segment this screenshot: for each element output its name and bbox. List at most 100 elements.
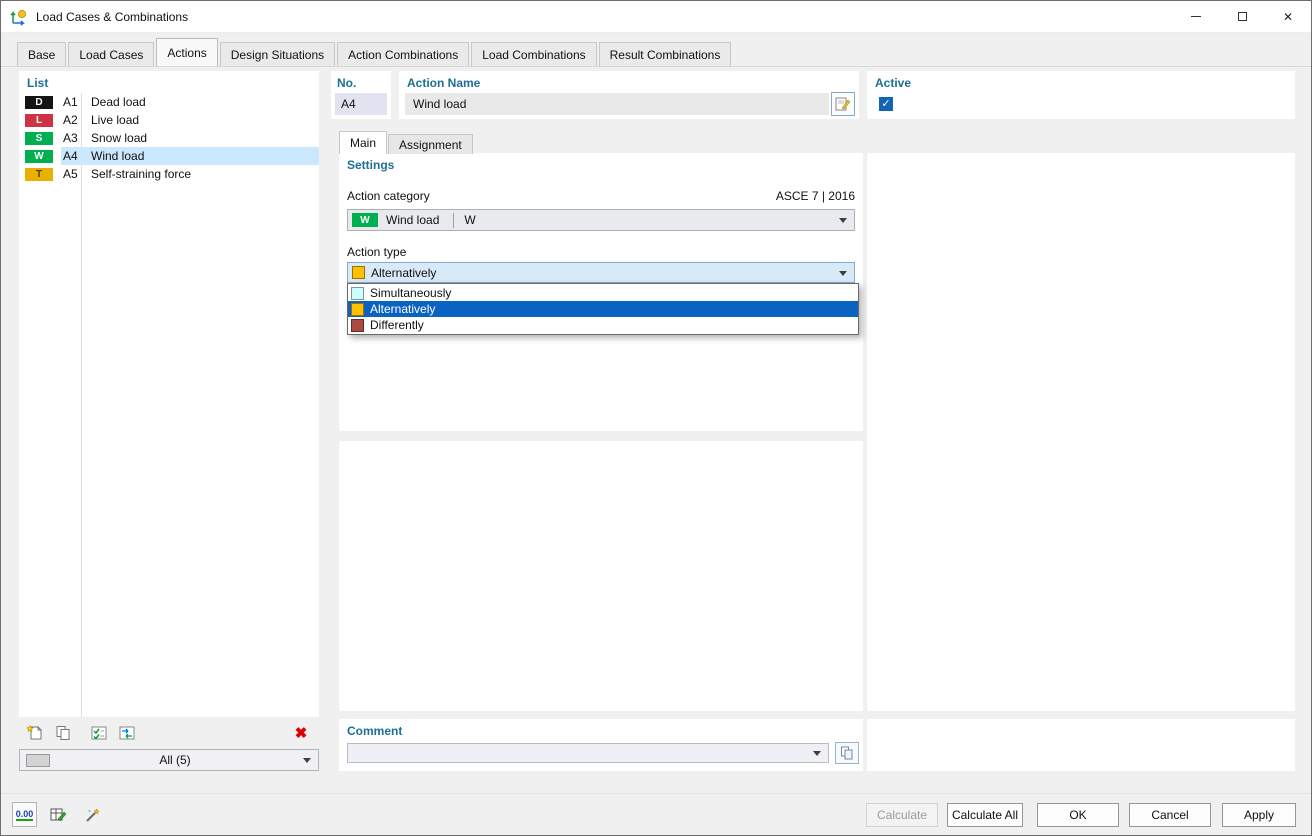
title-bar: Load Cases & Combinations ✕	[1, 1, 1311, 33]
active-panel: Active ✓	[867, 71, 1295, 119]
list-item-selected[interactable]: W A4 Wind load	[19, 147, 319, 165]
actions-list-panel: List D A1 Dead load L A2 Live load S A3 …	[19, 71, 319, 717]
maximize-button[interactable]	[1219, 1, 1265, 32]
calculate-button: Calculate	[866, 803, 938, 827]
action-id: A2	[63, 113, 78, 127]
detail-tab-bar: Main Assignment	[339, 131, 474, 154]
action-name: Live load	[91, 113, 140, 127]
tab-action-combinations[interactable]: Action Combinations	[337, 42, 470, 66]
chevron-down-icon	[303, 758, 311, 763]
list-filter-select[interactable]: All (5)	[19, 749, 319, 771]
table-settings-button[interactable]	[45, 802, 70, 827]
new-action-button[interactable]	[23, 722, 47, 744]
minimize-icon	[1191, 16, 1201, 17]
window-controls: ✕	[1173, 1, 1311, 32]
copy-icon	[56, 726, 70, 740]
arrows-list-icon	[119, 726, 135, 740]
tab-load-cases[interactable]: Load Cases	[68, 42, 155, 66]
units-icon: 0.00	[15, 808, 34, 821]
ok-button[interactable]: OK	[1037, 803, 1119, 827]
close-button[interactable]: ✕	[1265, 1, 1311, 32]
copy-comment-icon	[841, 746, 853, 760]
chevron-down-icon	[813, 751, 821, 756]
option-color-swatch	[351, 286, 364, 300]
maximize-icon	[1237, 12, 1247, 21]
actions-list: D A1 Dead load L A2 Live load S A3 Snow …	[19, 93, 319, 717]
list-item[interactable]: S A3 Snow load	[19, 129, 319, 147]
list-item[interactable]: T A5 Self-straining force	[19, 165, 319, 183]
table-pencil-icon	[50, 808, 66, 821]
number-panel: No. A4	[331, 71, 391, 119]
delete-icon: ✖	[294, 724, 308, 742]
wand-icon	[85, 808, 99, 822]
action-id: A5	[63, 167, 78, 181]
action-name: Self-straining force	[91, 167, 192, 181]
check-icon: ✓	[881, 98, 891, 110]
action-type-dropdown: Simultaneously Alternatively Differently	[347, 283, 859, 335]
new-sheet-icon	[26, 725, 43, 740]
filter-color-swatch	[26, 753, 50, 767]
list-item[interactable]: L A2 Live load	[19, 111, 319, 129]
renumber-button[interactable]	[115, 722, 139, 744]
main-tab-bar: Base Load Cases Actions Design Situation…	[1, 33, 1311, 67]
action-color-badge: L	[25, 113, 53, 127]
list-toolbar: ✖	[19, 721, 319, 745]
edit-action-name-button[interactable]	[831, 92, 855, 116]
window-title: Load Cases & Combinations	[36, 9, 189, 24]
action-id: A1	[63, 95, 78, 109]
dropdown-option-differently[interactable]: Differently	[348, 317, 858, 333]
comment-panel: Comment	[339, 719, 863, 771]
active-checkbox[interactable]: ✓	[879, 97, 893, 111]
type-value: Alternatively	[371, 265, 437, 280]
action-name: Dead load	[91, 95, 146, 109]
config-wand-button[interactable]	[80, 802, 105, 827]
action-name-field[interactable]: Wind load	[405, 93, 829, 115]
tab-load-combinations[interactable]: Load Combinations	[471, 42, 597, 66]
info-bottom-panel	[867, 719, 1295, 771]
action-name-label: Action Name	[407, 76, 481, 90]
tab-actions[interactable]: Actions	[156, 38, 218, 66]
tab-base[interactable]: Base	[17, 42, 67, 66]
settings-header: Settings	[347, 158, 395, 172]
copy-action-button[interactable]	[51, 722, 75, 744]
minimize-button[interactable]	[1173, 1, 1219, 32]
checklist-icon	[91, 726, 107, 740]
chevron-down-icon	[839, 270, 847, 276]
action-color-badge: D	[25, 95, 53, 109]
footer-separator	[1, 793, 1311, 794]
filter-value: All (5)	[159, 753, 191, 767]
comment-copy-button[interactable]	[835, 742, 859, 764]
calculate-all-button[interactable]: Calculate All	[947, 803, 1023, 827]
action-color-badge: S	[25, 131, 53, 145]
cancel-button[interactable]: Cancel	[1129, 803, 1211, 827]
settings-panel: Settings Action category ASCE 7 | 2016 W…	[339, 153, 863, 431]
units-settings-button[interactable]: 0.00	[12, 802, 37, 827]
list-column-separator	[81, 93, 82, 717]
app-icon	[10, 9, 26, 26]
action-type-select[interactable]: Alternatively	[347, 262, 855, 283]
action-color-badge: W	[25, 149, 53, 163]
action-number-field[interactable]: A4	[335, 93, 387, 115]
action-id: A3	[63, 131, 78, 145]
tab-design-situations[interactable]: Design Situations	[219, 42, 336, 66]
action-name: Snow load	[91, 131, 148, 145]
tab-main[interactable]: Main	[339, 131, 388, 154]
category-color-badge: W	[352, 213, 378, 227]
list-header: List	[27, 76, 49, 90]
edit-pencil-icon	[835, 97, 851, 111]
combo-separator	[453, 212, 455, 228]
chevron-down-icon	[839, 218, 847, 223]
delete-action-button[interactable]: ✖	[289, 722, 313, 744]
comment-select[interactable]	[347, 743, 829, 763]
apply-button[interactable]: Apply	[1222, 803, 1296, 827]
list-item[interactable]: D A1 Dead load	[19, 93, 319, 111]
action-category-select[interactable]: W Wind load W	[347, 209, 855, 231]
tab-result-combinations[interactable]: Result Combinations	[598, 42, 732, 66]
action-color-badge: T	[25, 167, 53, 181]
standard-label: ASCE 7 | 2016	[775, 189, 855, 203]
select-all-button[interactable]	[87, 722, 111, 744]
dropdown-option-alternatively[interactable]: Alternatively	[348, 301, 858, 317]
dropdown-option-simultaneously[interactable]: Simultaneously	[348, 285, 858, 301]
type-color-swatch	[352, 266, 365, 279]
tab-assignment[interactable]: Assignment	[388, 134, 473, 154]
